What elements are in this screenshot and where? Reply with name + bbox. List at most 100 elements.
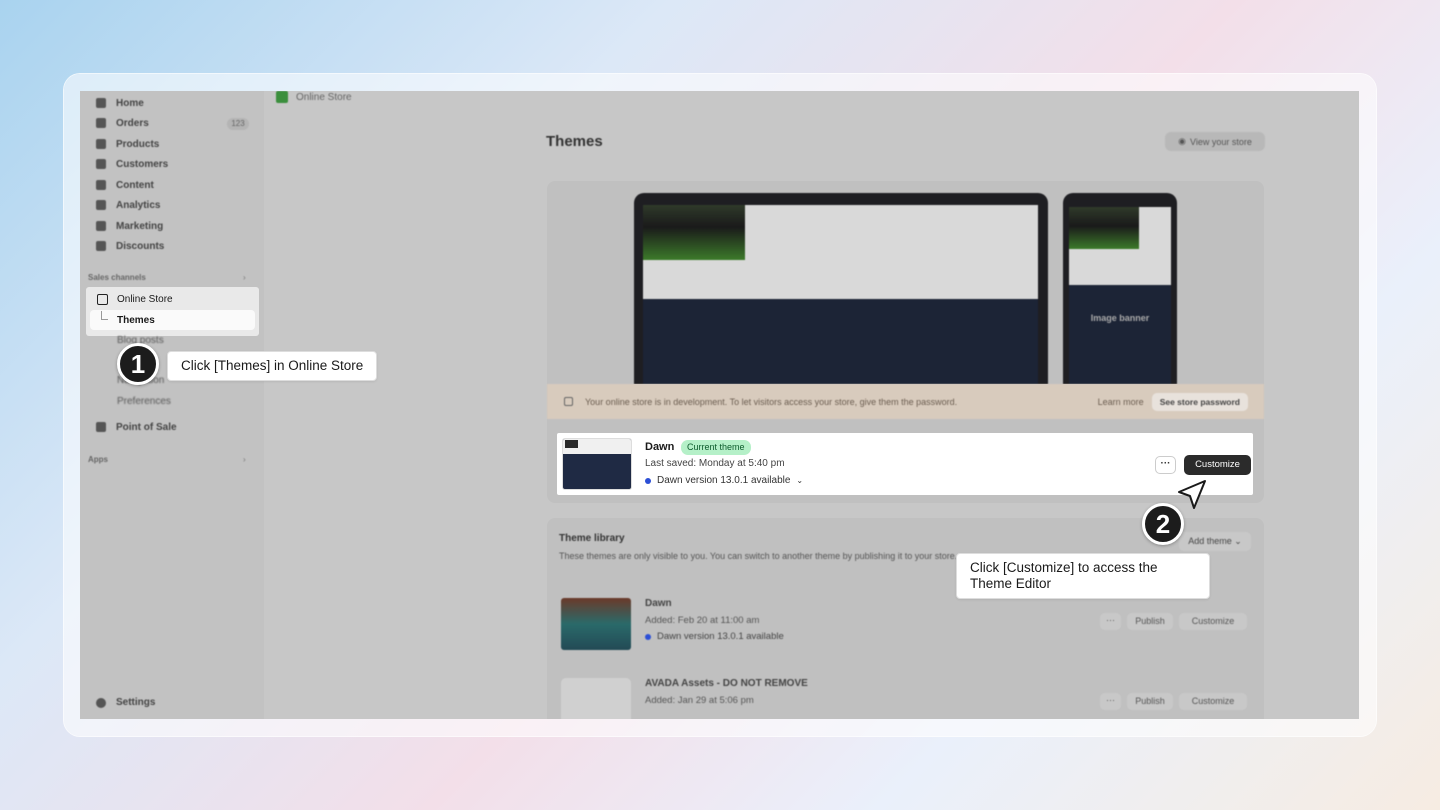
chevron-right-icon[interactable]: › [243, 455, 246, 464]
customize-button[interactable]: Customize [1179, 693, 1247, 710]
last-saved-text: Last saved: Monday at 5:40 pm [645, 458, 785, 469]
sidebar-item-home[interactable]: Home [96, 94, 144, 112]
theme-name: AVADA Assets - DO NOT REMOVE [645, 678, 808, 689]
mobile-preview-header [1069, 207, 1171, 285]
sidebar-item-analytics[interactable]: Analytics [96, 196, 160, 214]
desktop-preview-header [643, 205, 1038, 299]
version-text: Dawn version 13.0.1 available [657, 475, 791, 486]
view-store-button[interactable]: ◉ View your store [1165, 132, 1265, 151]
products-icon [96, 139, 106, 149]
lock-icon [564, 397, 573, 406]
version-dropdown[interactable]: Dawn version 13.0.1 available [645, 631, 784, 642]
apps-heading: Apps [88, 455, 108, 464]
current-theme-row: Dawn Current theme Last saved: Monday at… [557, 433, 1253, 495]
status-dot-icon [645, 477, 651, 484]
hero-image [643, 205, 745, 260]
chevron-down-icon: ⌄ [796, 476, 804, 485]
store-icon [97, 293, 108, 305]
analytics-icon [96, 200, 106, 210]
sidebar-item-themes[interactable]: Themes [90, 310, 255, 330]
hero-image [1069, 207, 1139, 249]
sidebar-item-label: Marketing [116, 220, 164, 232]
library-row: Dawn Added: Feb 20 at 11:00 am Dawn vers… [561, 598, 1251, 668]
publish-button[interactable]: Publish [1127, 613, 1173, 630]
customers-icon [96, 159, 106, 169]
admin-screenshot: Home Orders 123 Products Customers Conte… [80, 91, 1359, 719]
status-dot-icon [645, 633, 651, 640]
sidebar-item-label: Themes [117, 314, 155, 326]
sidebar-item-label: Customers [116, 158, 169, 170]
eye-icon: ◉ [1178, 136, 1186, 146]
sidebar-item-label: Online Store [117, 293, 173, 305]
view-store-label: View your store [1189, 136, 1252, 147]
discounts-icon [96, 241, 106, 251]
sidebar-item-label: Products [116, 138, 160, 150]
gear-icon [96, 697, 106, 708]
library-title: Theme library [559, 533, 625, 544]
thumbnail-logo [565, 440, 578, 448]
more-actions-button[interactable]: ··· [1100, 693, 1121, 710]
home-icon [96, 98, 106, 108]
library-description: These themes are only visible to you. Yo… [559, 551, 958, 561]
theme-preview: Image banner [547, 181, 1264, 384]
sales-channels-heading: Sales channels [88, 273, 146, 282]
version-text: Dawn version 13.0.1 available [657, 631, 784, 642]
sidebar-item-products[interactable]: Products [96, 135, 159, 153]
step-1-tooltip: Click [Themes] in Online Store [167, 351, 378, 381]
customize-button[interactable]: Customize [1184, 455, 1251, 475]
topbar-title: Online Store [296, 92, 352, 103]
desktop-preview [634, 193, 1048, 384]
sidebar-item-online-store[interactable]: Online Store [90, 290, 173, 308]
orders-icon [96, 118, 106, 128]
added-date: Added: Feb 20 at 11:00 am [645, 615, 760, 626]
sidebar-item-content[interactable]: Content [96, 176, 154, 194]
sidebar: Home Orders 123 Products Customers Conte… [80, 91, 264, 719]
library-row: AVADA Assets - DO NOT REMOVE Added: Jan … [561, 678, 1251, 719]
learn-more-link[interactable]: Learn more [1098, 397, 1144, 407]
mobile-preview-body: Image banner [1069, 285, 1171, 384]
sidebar-item-customers[interactable]: Customers [96, 155, 168, 173]
pos-icon [96, 422, 106, 432]
mobile-preview: Image banner [1063, 193, 1177, 384]
theme-thumbnail [561, 678, 631, 719]
theme-name: Dawn [645, 441, 675, 453]
development-message: Your online store is in development. To … [585, 396, 958, 407]
sidebar-item-preferences[interactable]: Preferences [117, 396, 171, 407]
more-actions-button[interactable]: ··· [1155, 456, 1176, 474]
current-theme-badge: Current theme [681, 440, 751, 455]
page-title: Themes [546, 133, 603, 150]
image-banner-text: Image banner [1090, 313, 1150, 323]
sidebar-item-point-of-sale[interactable]: Point of Sale [96, 418, 177, 436]
shopify-logo-icon [276, 91, 288, 103]
marketing-icon [96, 221, 106, 231]
sidebar-item-label: Analytics [116, 199, 161, 211]
sidebar-item-orders[interactable]: Orders [96, 114, 149, 132]
cursor-arrow-icon [1178, 480, 1206, 509]
content-icon [96, 180, 106, 190]
sidebar-item-settings[interactable]: Settings [96, 697, 155, 708]
sidebar-item-label: Point of Sale [116, 421, 177, 433]
orders-count-badge: 123 [227, 118, 249, 130]
sidebar-item-label: Discounts [116, 240, 165, 252]
more-actions-button[interactable]: ··· [1100, 613, 1121, 630]
sidebar-item-discounts[interactable]: Discounts [96, 237, 164, 255]
sidebar-item-marketing[interactable]: Marketing [96, 217, 163, 235]
sidebar-item-label: Orders [116, 117, 149, 129]
step-1-marker: 1 [117, 343, 159, 385]
publish-button[interactable]: Publish [1127, 693, 1173, 710]
desktop-preview-body [643, 299, 1038, 384]
sidebar-item-label: Home [116, 97, 144, 109]
customize-button[interactable]: Customize [1179, 613, 1247, 630]
added-date: Added: Jan 29 at 5:06 pm [645, 695, 754, 706]
sidebar-item-label: Settings [116, 697, 156, 708]
chevron-right-icon[interactable]: › [243, 273, 246, 282]
theme-name: Dawn [645, 598, 672, 609]
sidebar-item-label: Content [116, 179, 154, 191]
see-store-password-button[interactable]: See store password [1151, 392, 1248, 411]
theme-library: Theme library These themes are only visi… [547, 518, 1264, 719]
development-banner: Your online store is in development. To … [547, 384, 1264, 419]
step-2-tooltip: Click [Customize] to access the Theme Ed… [956, 553, 1210, 599]
add-theme-button[interactable]: Add theme ⌄ [1179, 532, 1251, 551]
tree-connector-icon [101, 311, 108, 320]
version-dropdown[interactable]: Dawn version 13.0.1 available ⌄ [645, 475, 803, 486]
